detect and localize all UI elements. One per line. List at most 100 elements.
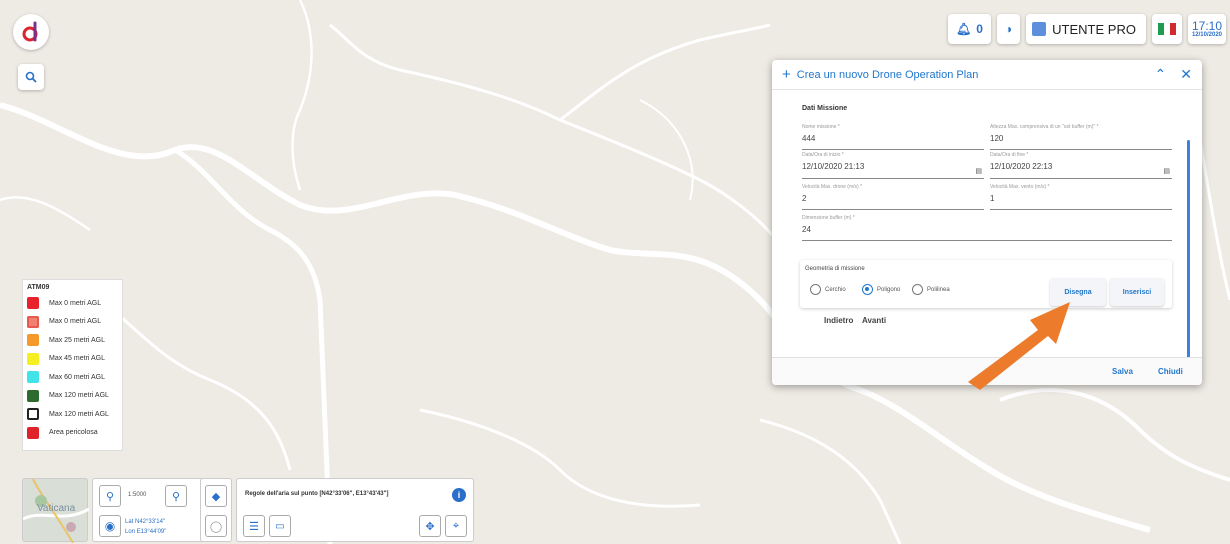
legend-swatch bbox=[27, 352, 39, 365]
end-datetime-field[interactable]: Data/Ora di fine * 12/10/2020 22:13 ▤ bbox=[990, 152, 1172, 179]
crosshair-icon: ◉ bbox=[104, 519, 116, 533]
legend-swatch bbox=[27, 371, 39, 384]
radio-label: Cerchio bbox=[825, 286, 846, 293]
max-altitude-field[interactable]: Altezza Max. comprensiva di un "ost buff… bbox=[990, 124, 1172, 150]
legend-label: Max 25 metri AGL bbox=[49, 336, 106, 344]
mission-name-field[interactable]: Nome missione * 444 bbox=[802, 124, 984, 150]
top-status-bar: 🔔︎ 0 ◑ UTENTE PRO 17:10 12/10/2020 bbox=[948, 14, 1226, 44]
back-button[interactable]: Indietro bbox=[824, 316, 853, 325]
air-rules-box: Regole dell'aria sul punto [N42°33'06", … bbox=[236, 478, 474, 542]
field-value: 1 bbox=[990, 194, 995, 203]
field-label: Velocità Max. vento (m/s) * bbox=[990, 184, 1050, 190]
collapse-icon[interactable]: ⌃ bbox=[1155, 66, 1167, 83]
field-value: 24 bbox=[802, 225, 811, 234]
legend-item: Area pericolosa bbox=[27, 424, 118, 443]
layers-icon: ◆ bbox=[211, 490, 221, 503]
legend-item: Max 45 metri AGL bbox=[27, 350, 118, 369]
panel-scrollbar[interactable] bbox=[1187, 140, 1190, 370]
legend-swatch bbox=[27, 408, 39, 421]
max-drone-speed-field[interactable]: Velocità Max. drone (m/s) * 2 bbox=[802, 184, 984, 210]
notifications-button[interactable]: 🔔︎ 0 bbox=[948, 14, 991, 44]
radio-cerchio[interactable]: Cerchio bbox=[810, 284, 846, 295]
zoom-in-button[interactable]: ⚲ bbox=[165, 485, 187, 507]
legend-label: Max 120 metri AGL bbox=[49, 392, 109, 400]
app-logo[interactable] bbox=[13, 14, 49, 50]
user-menu[interactable]: UTENTE PRO bbox=[1026, 14, 1146, 44]
zoom-out-icon: ⚲ bbox=[105, 490, 115, 503]
legend-swatch bbox=[27, 334, 39, 347]
air-rules-text: Regole dell'aria sul punto [N42°33'06", … bbox=[245, 491, 389, 497]
calendar-icon[interactable]: ▤ bbox=[1163, 167, 1170, 175]
legend-swatch bbox=[27, 426, 39, 439]
close-icon[interactable]: ✕ bbox=[1180, 66, 1192, 83]
minimap-place-label: Vaticana bbox=[37, 503, 76, 514]
ruler-button[interactable]: ▭ bbox=[269, 515, 291, 537]
arrow-annotation-icon bbox=[968, 302, 1070, 390]
locate-button[interactable]: ◉ bbox=[99, 515, 121, 537]
max-wind-speed-field[interactable]: Velocità Max. vento (m/s) * 1 bbox=[990, 184, 1172, 210]
legend-swatch bbox=[27, 389, 39, 402]
calendar-icon[interactable]: ▤ bbox=[975, 167, 982, 175]
minimap[interactable]: Vaticana bbox=[22, 478, 90, 544]
info-button[interactable]: i bbox=[449, 485, 469, 505]
field-label: Data/Ora di inizio * bbox=[802, 152, 844, 158]
field-value: 444 bbox=[802, 134, 816, 143]
clock-date: 12/10/2020 bbox=[1191, 32, 1222, 38]
language-button[interactable] bbox=[1151, 14, 1182, 44]
radio-label: Polilinea bbox=[927, 286, 950, 293]
field-label: Nome missione * bbox=[802, 124, 840, 130]
legend-swatch bbox=[27, 297, 39, 310]
radio-polilinea[interactable]: Polilinea bbox=[912, 284, 950, 295]
legend-swatch bbox=[27, 315, 39, 328]
notifications-count: 0 bbox=[976, 22, 983, 36]
legend-item: Max 25 metri AGL bbox=[27, 331, 118, 350]
globe-icon: ◯ bbox=[209, 520, 223, 533]
user-label: UTENTE PRO bbox=[1052, 21, 1136, 37]
search-button[interactable] bbox=[18, 64, 44, 90]
clock-time: 17:10 bbox=[1191, 19, 1222, 33]
move-button[interactable]: ✥ bbox=[419, 515, 441, 537]
ruler-icon: ▭ bbox=[275, 520, 285, 532]
user-icon bbox=[1032, 22, 1047, 36]
buffer-size-field[interactable]: Dimensione buffer (m) * 24 bbox=[802, 215, 1172, 241]
legend-title: ATM09 bbox=[27, 284, 50, 291]
bell-icon: 🔔︎ bbox=[956, 22, 972, 36]
fullscreen-button[interactable]: ⌖ bbox=[445, 515, 467, 537]
scale-label: 1:5000 bbox=[128, 492, 147, 498]
zoom-controls-box: ⚲ 1:5000 ⚲ ◉ Lat N42°33'14" Lon E13°44'0… bbox=[92, 478, 212, 542]
clock: 17:10 12/10/2020 bbox=[1187, 14, 1226, 44]
field-label: Dimensione buffer (m) * bbox=[802, 215, 855, 221]
radio-circle-selected bbox=[862, 284, 873, 295]
fullscreen-icon: ⌖ bbox=[452, 519, 460, 532]
field-value: 120 bbox=[990, 134, 1004, 143]
field-label: Altezza Max. comprensiva di un "ost buff… bbox=[990, 124, 1099, 130]
field-label: Velocità Max. drone (m/s) * bbox=[802, 184, 863, 190]
radio-circle bbox=[810, 284, 821, 295]
start-datetime-field[interactable]: Data/Ora di inizio * 12/10/2020 21:13 ▤ bbox=[802, 152, 984, 179]
lon-readout: Lon E13°44'09" bbox=[125, 529, 167, 535]
legend-label: Max 45 metri AGL bbox=[49, 355, 106, 363]
plus-icon: + bbox=[782, 66, 791, 83]
insert-button[interactable]: Inserisci bbox=[1110, 278, 1164, 306]
logo-icon bbox=[22, 21, 38, 42]
map-legend: ATM09 Max 0 metri AGL Max 0 metri AGL Max … bbox=[22, 279, 123, 451]
legend-list: Max 0 metri AGL Max 0 metri AGL Max 25 met… bbox=[27, 294, 118, 442]
zoom-out-button[interactable]: ⚲ bbox=[99, 485, 121, 507]
list-button[interactable]: ☰ bbox=[243, 515, 265, 537]
close-button[interactable]: Chiudi bbox=[1158, 367, 1183, 376]
next-button[interactable]: Avanti bbox=[862, 316, 886, 325]
panel-title: Crea un nuovo Drone Operation Plan bbox=[796, 68, 979, 81]
radio-poligono[interactable]: Poligono bbox=[862, 284, 900, 295]
lat-readout: Lat N42°33'14" bbox=[125, 519, 166, 525]
layers-button[interactable]: ◆ bbox=[205, 485, 227, 507]
save-button[interactable]: Salva bbox=[1112, 367, 1133, 376]
legend-label: Max 0 metri AGL bbox=[49, 299, 102, 307]
panel-header: + Crea un nuovo Drone Operation Plan ⌃ ✕ bbox=[772, 60, 1202, 90]
radio-label: Poligono bbox=[877, 286, 901, 293]
field-value: 2 bbox=[802, 194, 807, 203]
legend-item: Max 120 metri AGL bbox=[27, 405, 118, 424]
field-label: Data/Ora di fine * bbox=[990, 152, 1029, 158]
theme-toggle-button[interactable]: ◑ bbox=[996, 14, 1021, 44]
globe-button[interactable]: ◯ bbox=[205, 515, 227, 537]
search-icon bbox=[25, 71, 37, 83]
